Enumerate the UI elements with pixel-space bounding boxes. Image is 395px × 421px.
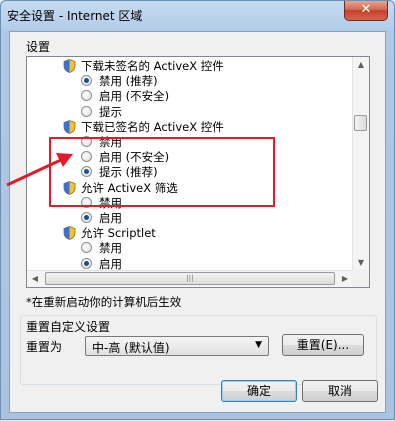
arrow-right-icon: ▶ (341, 274, 349, 283)
ok-button[interactable]: 确定 (221, 380, 297, 402)
shield-settings-icon (63, 59, 76, 73)
dialog-body: 设置 下载未签名的 ActiveX 控件 禁用 (推荐) 启用 (不安全) 提示 下载已… (9, 31, 386, 413)
arrow-left-icon: ◀ (31, 274, 39, 283)
setting-label: 启用 (不安全) (99, 89, 170, 104)
reset-to-label: 重置为 (26, 340, 63, 354)
close-icon: ✕ (360, 2, 372, 17)
shield-settings-icon (63, 119, 76, 134)
reset-button[interactable]: 重置(E)... (282, 334, 364, 356)
radio-selected-icon[interactable] (81, 75, 92, 87)
scroll-down-button[interactable]: ▼ (353, 255, 369, 271)
scroll-corner (352, 270, 369, 287)
shield-settings-icon (63, 226, 76, 241)
settings-list[interactable]: 下载未签名的 ActiveX 控件 禁用 (推荐) 启用 (不安全) 提示 下载已签名的… (26, 56, 370, 288)
scroll-left-button[interactable]: ◀ (27, 271, 43, 287)
cancel-button[interactable]: 取消 (302, 380, 378, 402)
title-bar[interactable]: 安全设置 - Internet 区域 ✕ (1, 1, 394, 31)
close-button[interactable]: ✕ (344, 1, 388, 21)
radio-selected-icon[interactable] (81, 257, 92, 269)
horizontal-scroll-thumb[interactable]: ||| (45, 272, 335, 285)
security-settings-window: 安全设置 - Internet 区域 ✕ 设置 下载未签名的 ActiveX 控… (0, 0, 395, 420)
restart-note: *在重新启动你的计算机后生效 (26, 295, 182, 309)
vertical-scrollbar[interactable]: ▲ ▼ (352, 57, 369, 271)
setting-label: 下载已签名的 ActiveX 控件 (81, 119, 224, 134)
settings-label: 设置 (26, 40, 51, 54)
setting-label: 提示 (99, 104, 122, 119)
reset-level-select[interactable]: 中-高 (默认值) ▼ (85, 336, 269, 356)
arrow-down-icon: ▼ (357, 258, 365, 267)
setting-label: 下载未签名的 ActiveX 控件 (81, 59, 224, 73)
arrow-up-icon: ▲ (357, 60, 365, 69)
chevron-down-icon: ▼ (255, 340, 262, 350)
setting-label: 允许 Scriptlet (81, 226, 156, 241)
reset-level-value: 中-高 (默认值) (92, 341, 170, 355)
reset-group-title: 重置自定义设置 (26, 320, 111, 334)
window-title: 安全设置 - Internet 区域 (7, 9, 143, 23)
setting-label: 启用 (99, 211, 122, 225)
horizontal-scrollbar[interactable]: ◀ ||| ▶ (27, 270, 353, 287)
scroll-up-button[interactable]: ▲ (353, 57, 369, 73)
setting-label: 禁用 (推荐) (99, 74, 158, 89)
vertical-scroll-thumb[interactable] (354, 115, 367, 131)
highlight-box (49, 137, 275, 207)
grip-icon: ||| (186, 274, 194, 282)
radio-icon[interactable] (81, 242, 92, 254)
radio-selected-icon[interactable] (81, 212, 92, 223)
radio-icon[interactable] (81, 105, 92, 117)
radio-icon[interactable] (81, 90, 92, 102)
setting-label: 禁用 (99, 241, 122, 256)
scroll-right-button[interactable]: ▶ (337, 271, 353, 287)
